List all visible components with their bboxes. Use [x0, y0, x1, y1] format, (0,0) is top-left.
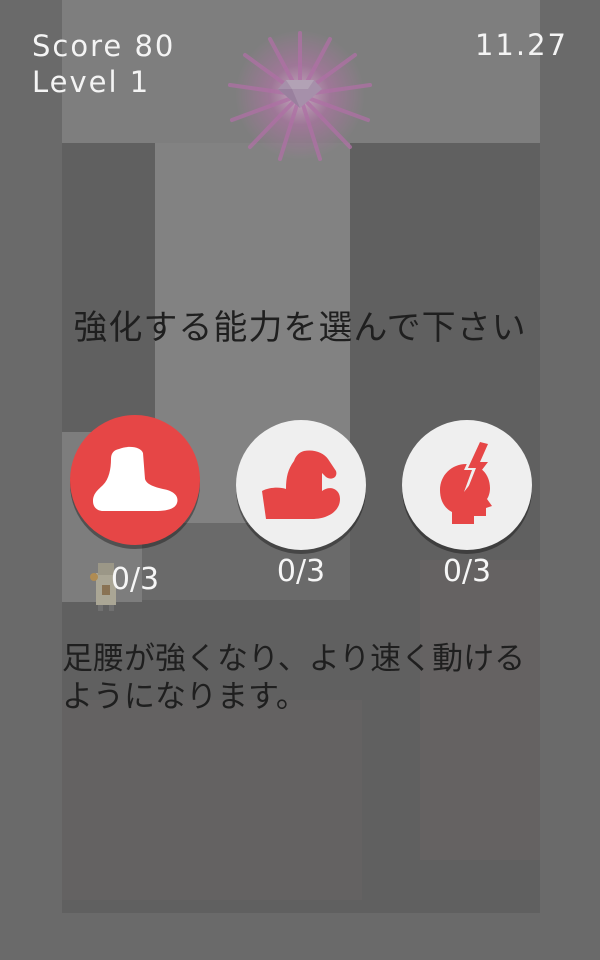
- skill-button-legs[interactable]: [70, 415, 200, 545]
- skill-count-strength: 0/3: [276, 554, 326, 589]
- select-ability-prompt: 強化する能力を選んで下さい: [73, 308, 527, 348]
- skill-count-legs: 0/3: [110, 562, 160, 597]
- muscle-arm-icon: [262, 450, 340, 519]
- level-label: Level 1: [32, 65, 151, 99]
- head-lightning-icon: [440, 442, 492, 524]
- hud-stats: Score 80 Level 1: [32, 28, 175, 100]
- skill-description: 足腰が強くなり、より速く動けるようになります。: [62, 641, 526, 715]
- skill-button-mind[interactable]: [402, 420, 532, 550]
- foot-icon: [93, 446, 178, 511]
- score-label: Score 80: [32, 29, 176, 63]
- timer-label: 11.27: [474, 28, 568, 62]
- skill-count-mind: 0/3: [442, 554, 492, 589]
- skill-button-strength[interactable]: [236, 420, 366, 550]
